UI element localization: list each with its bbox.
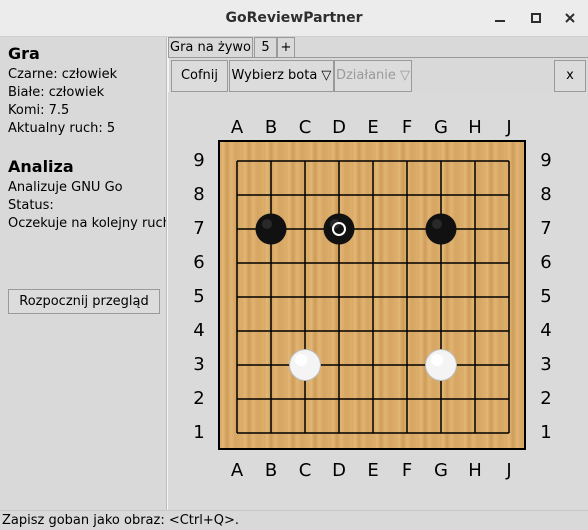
close-icon (565, 12, 575, 23)
start-review-button[interactable]: Rozpocznij przegląd (8, 289, 160, 314)
column-label-bottom: H (468, 460, 482, 481)
status-value: Oczekuje na kolejny ruch (8, 216, 171, 231)
black-player: Czarne: człowiek (8, 67, 118, 82)
tab-divider (168, 57, 588, 58)
row-label-right: 8 (540, 184, 552, 205)
row-label-left: 9 (193, 150, 205, 171)
column-label-top: A (230, 117, 244, 138)
row-label-right: 5 (540, 286, 552, 307)
row-label-left: 2 (193, 388, 205, 409)
column-label-bottom: G (434, 460, 448, 481)
current-move: Aktualny ruch: 5 (8, 121, 116, 136)
analysis-engine: Analizuje GNU Go (8, 180, 123, 195)
close-window-button[interactable] (552, 0, 588, 36)
white-stone-C3[interactable] (289, 349, 321, 381)
row-label-left: 6 (193, 252, 205, 273)
column-label-top: F (401, 117, 413, 138)
title-bar: GoReviewPartner (0, 0, 588, 37)
column-label-bottom: B (264, 460, 278, 481)
status-label: Status: (8, 198, 54, 213)
white-stone-G3[interactable] (425, 349, 457, 381)
row-label-right: 3 (540, 354, 552, 375)
status-bar: Zapisz goban jako obraz: <Ctrl+Q>. (0, 510, 588, 530)
tab-add[interactable]: + (277, 37, 295, 58)
column-label-bottom: E (367, 460, 379, 481)
column-label-bottom: F (401, 460, 413, 481)
komi: Komi: 7.5 (8, 103, 70, 118)
black-stone-G7[interactable] (425, 213, 457, 245)
black-stone-D7[interactable] (323, 213, 355, 245)
row-label-right: 2 (540, 388, 552, 409)
column-label-bottom: D (332, 460, 346, 481)
column-label-top: C (298, 117, 312, 138)
column-label-bottom: J (506, 460, 512, 481)
minimize-button[interactable] (482, 0, 518, 36)
black-stone-B7[interactable] (255, 213, 287, 245)
analysis-heading: Analiza (8, 157, 74, 176)
tab-5[interactable]: 5 (254, 37, 277, 58)
tab-live-game[interactable]: Gra na żywo (168, 37, 253, 58)
column-label-top: H (468, 117, 482, 138)
column-label-top: B (264, 117, 278, 138)
maximize-icon (531, 12, 541, 23)
column-label-top: J (506, 117, 512, 138)
maximize-button[interactable] (518, 0, 554, 36)
row-label-right: 6 (540, 252, 552, 273)
info-panel: Gra Czarne: człowiek Białe: człowiek Kom… (0, 37, 171, 510)
row-label-left: 4 (193, 320, 205, 341)
row-label-left: 8 (193, 184, 205, 205)
row-label-right: 9 (540, 150, 552, 171)
white-player: Białe: człowiek (8, 85, 105, 100)
action-button[interactable]: Działanie ▽ (334, 60, 412, 92)
row-label-left: 5 (193, 286, 205, 307)
column-label-top: G (434, 117, 448, 138)
row-label-right: 1 (540, 422, 552, 443)
row-label-right: 4 (540, 320, 552, 341)
column-label-bottom: C (298, 460, 312, 481)
game-heading: Gra (8, 44, 40, 63)
minimize-icon (495, 19, 505, 22)
row-label-left: 3 (193, 354, 205, 375)
close-tab-button[interactable]: x (554, 60, 586, 92)
column-label-top: D (332, 117, 346, 138)
row-label-left: 7 (193, 218, 205, 239)
select-bot-button[interactable]: Wybierz bota ▽ (229, 60, 334, 92)
column-label-bottom: A (230, 460, 244, 481)
go-board[interactable] (218, 140, 526, 450)
undo-button[interactable]: Cofnij (171, 60, 228, 92)
row-label-left: 1 (193, 422, 205, 443)
row-label-right: 7 (540, 218, 552, 239)
status-text: Zapisz goban jako obraz: <Ctrl+Q>. (2, 513, 240, 528)
column-label-top: E (367, 117, 379, 138)
board-grid[interactable] (220, 142, 524, 448)
